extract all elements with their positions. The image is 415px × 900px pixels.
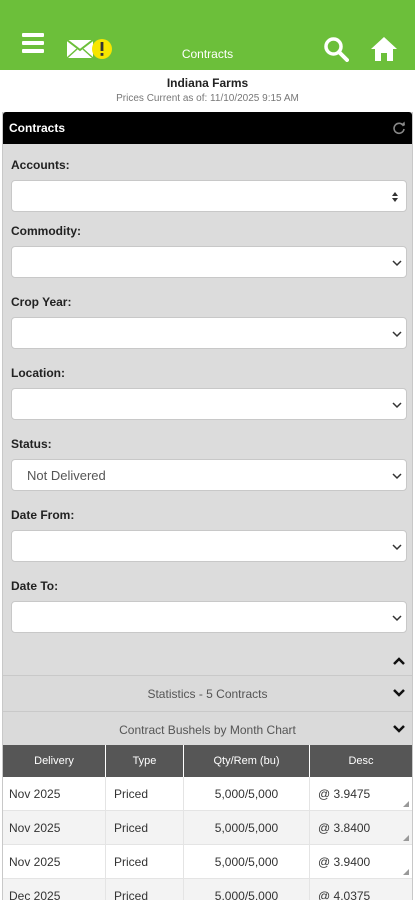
cell-desc: @ 4.0375 xyxy=(318,889,371,900)
cell-qty: 5,000/5,000 xyxy=(184,845,310,879)
cell-qty: 5,000/5,000 xyxy=(184,811,310,845)
chart-label: Contract Bushels by Month Chart xyxy=(119,723,296,737)
contracts-table: Delivery Type Qty/Rem (bu) Desc Nov 2025… xyxy=(3,745,412,900)
table-row[interactable]: Nov 2025 Priced 5,000/5,000 @ 3.8400 xyxy=(3,811,412,845)
date-to-select[interactable] xyxy=(11,601,407,633)
column-header-delivery[interactable]: Delivery xyxy=(3,745,106,777)
chevron-down-icon xyxy=(392,544,402,551)
cell-type: Priced xyxy=(106,845,184,879)
resize-handle-icon xyxy=(403,835,409,841)
status-label: Status: xyxy=(11,437,52,451)
cell-qty: 5,000/5,000 xyxy=(184,777,310,811)
date-from-select[interactable] xyxy=(11,530,407,562)
cell-type: Priced xyxy=(106,811,184,845)
cell-delivery: Nov 2025 xyxy=(3,845,106,879)
location-label: Location: xyxy=(11,366,65,380)
prices-current-timestamp: Prices Current as of: 11/10/2025 9:15 AM xyxy=(116,93,299,104)
panel-title: Contracts xyxy=(9,121,66,135)
chevron-down-icon xyxy=(392,331,402,338)
column-header-desc[interactable]: Desc xyxy=(310,745,412,777)
refresh-icon[interactable] xyxy=(392,121,406,135)
chevron-down-icon xyxy=(392,260,402,267)
accounts-select[interactable] xyxy=(11,180,407,212)
column-header-type[interactable]: Type xyxy=(106,745,184,777)
cell-desc: @ 3.9400 xyxy=(318,855,371,869)
cell-delivery: Dec 2025 xyxy=(3,879,106,900)
chevron-down-icon xyxy=(392,402,402,409)
table-row[interactable]: Nov 2025 Priced 5,000/5,000 @ 3.9400 xyxy=(3,845,412,879)
home-icon[interactable] xyxy=(370,36,398,62)
chevron-down-icon xyxy=(392,615,402,622)
farm-name: Indiana Farms xyxy=(166,76,249,90)
statistics-label: Statistics - 5 Contracts xyxy=(147,687,268,701)
crop-year-label: Crop Year: xyxy=(11,295,72,309)
chevron-up-icon[interactable] xyxy=(392,656,406,666)
cell-delivery: Nov 2025 xyxy=(3,777,106,811)
resize-handle-icon xyxy=(403,869,409,875)
cell-type: Priced xyxy=(106,879,184,900)
chevron-down-icon xyxy=(392,473,402,480)
resize-handle-icon xyxy=(403,801,409,807)
cell-desc: @ 3.8400 xyxy=(318,821,371,835)
table-body: Nov 2025 Priced 5,000/5,000 @ 3.9475 Nov… xyxy=(3,777,412,900)
app-header: Contracts xyxy=(0,0,415,70)
cell-type: Priced xyxy=(106,777,184,811)
commodity-select[interactable] xyxy=(11,246,407,278)
table-header: Delivery Type Qty/Rem (bu) Desc xyxy=(3,745,412,777)
contracts-panel: Contracts Accounts: Commodity: Crop Year… xyxy=(2,112,413,900)
page-title: Contracts xyxy=(181,47,234,61)
cell-delivery: Nov 2025 xyxy=(3,811,106,845)
location-select[interactable] xyxy=(11,388,407,420)
updown-icon xyxy=(392,192,398,202)
date-from-label: Date From: xyxy=(11,508,75,522)
table-row[interactable]: Dec 2025 Priced 5,000/5,000 @ 4.0375 xyxy=(3,879,412,900)
status-value: Not Delivered xyxy=(27,468,106,483)
commodity-label: Commodity: xyxy=(11,224,81,238)
statistics-section-toggle[interactable]: Statistics - 5 Contracts xyxy=(3,675,412,711)
search-icon[interactable] xyxy=(323,36,349,62)
chart-section-toggle[interactable]: Contract Bushels by Month Chart xyxy=(3,711,412,745)
panel-header: Contracts xyxy=(3,112,412,144)
cell-desc: @ 3.9475 xyxy=(318,787,371,801)
status-select[interactable]: Not Delivered xyxy=(11,459,407,491)
date-to-label: Date To: xyxy=(11,579,59,593)
crop-year-select[interactable] xyxy=(11,317,407,349)
accounts-label: Accounts: xyxy=(11,158,70,172)
column-header-qty[interactable]: Qty/Rem (bu) xyxy=(184,745,310,777)
table-row[interactable]: Nov 2025 Priced 5,000/5,000 @ 3.9475 xyxy=(3,777,412,811)
chevron-down-icon xyxy=(393,689,405,697)
cell-qty: 5,000/5,000 xyxy=(184,879,310,900)
chevron-down-icon xyxy=(393,725,405,733)
